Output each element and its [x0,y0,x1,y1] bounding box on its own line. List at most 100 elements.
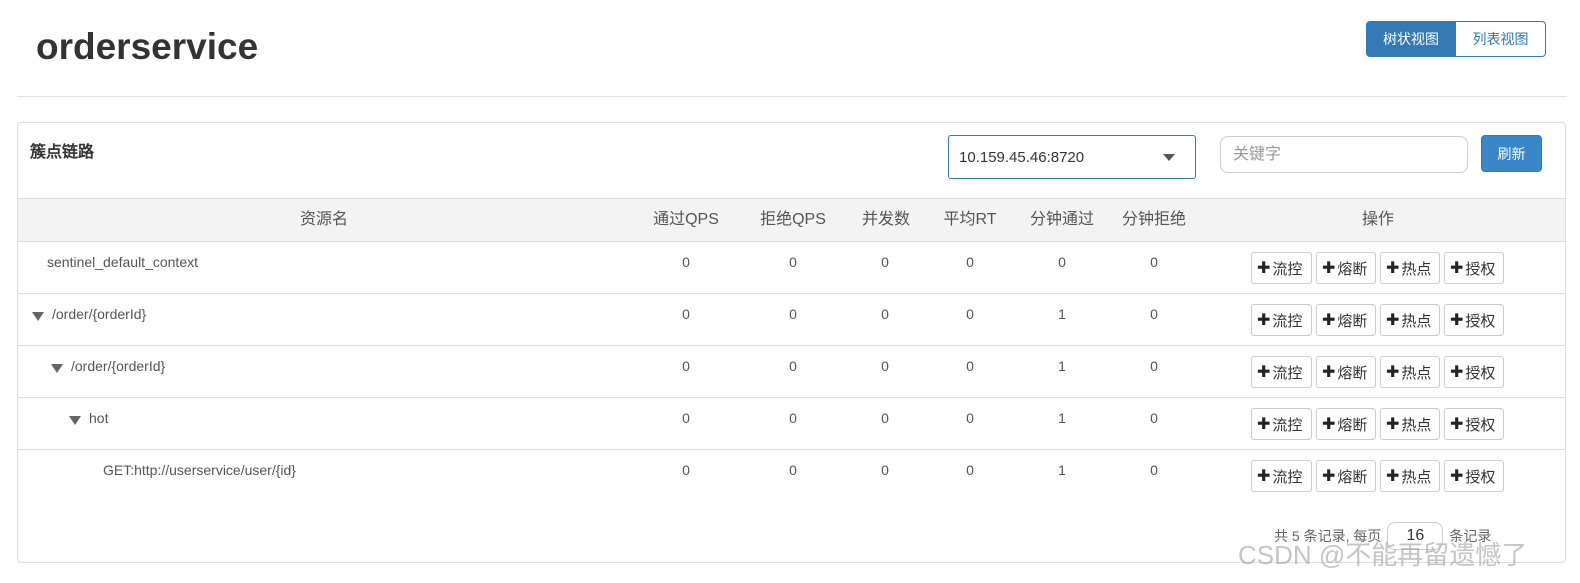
plus-icon: ✚ [1386,416,1400,433]
plus-icon: ✚ [1257,468,1271,485]
chevron-down-icon [1163,154,1175,161]
flow-control-button[interactable]: ✚ 流控 [1251,356,1312,388]
action-label: 流控 [1272,260,1303,278]
circuit-breaker-button[interactable]: ✚ 熔断 [1316,304,1376,336]
minute-pass-value: 1 [1058,358,1066,374]
plus-icon: ✚ [1322,468,1336,485]
table-row: GET:http://userservice/user/{id} 0 0 0 0… [18,450,1565,502]
block-qps-value: 0 [789,358,797,374]
block-qps-value: 0 [789,462,797,478]
circuit-breaker-button[interactable]: ✚ 熔断 [1316,460,1376,492]
header-divider [17,96,1567,97]
plus-icon: ✚ [1450,260,1464,277]
hotspot-button[interactable]: ✚ 热点 [1380,356,1440,388]
tree-view-button[interactable]: 树状视图 [1366,21,1456,57]
col-header-avg-rt: 平均RT [943,211,997,228]
plus-icon: ✚ [1450,312,1464,329]
flow-control-button[interactable]: ✚ 流控 [1251,408,1312,440]
action-label: 流控 [1272,312,1303,330]
authority-button[interactable]: ✚ 授权 [1444,356,1504,388]
plus-icon: ✚ [1386,260,1400,277]
flow-control-button[interactable]: ✚ 流控 [1251,304,1312,336]
table-header: 资源名 通过QPS 拒绝QPS 并发数 平均RT 分钟通过 分钟拒绝 操作 [18,198,1565,242]
view-toggle: 树状视图 列表视图 [1366,21,1546,57]
plus-icon: ✚ [1450,416,1464,433]
hotspot-button[interactable]: ✚ 热点 [1380,304,1440,336]
hotspot-button[interactable]: ✚ 热点 [1380,252,1440,284]
minute-pass-value: 1 [1058,462,1066,478]
resource-name-label: GET:http://userservice/user/{id} [103,462,296,478]
minute-pass-value: 0 [1058,254,1066,270]
hotspot-button[interactable]: ✚ 热点 [1380,408,1440,440]
minute-block-value: 0 [1150,306,1158,322]
resource-name: GET:http://userservice/user/{id} [103,462,296,478]
authority-button[interactable]: ✚ 授权 [1444,408,1504,440]
pass-qps-value: 0 [682,462,690,478]
action-label: 热点 [1401,416,1432,434]
minute-block-value: 0 [1150,254,1158,270]
plus-icon: ✚ [1386,312,1400,329]
concurrency-value: 0 [881,306,889,322]
resource-name: sentinel_default_context [47,254,198,270]
flow-control-button[interactable]: ✚ 流控 [1251,252,1312,284]
resource-name: /order/{orderId} [51,358,165,374]
keyword-input[interactable] [1220,136,1468,173]
panel-title: 簇点链路 [30,144,95,161]
action-label: 熔断 [1337,416,1368,434]
plus-icon: ✚ [1322,416,1336,433]
row-actions: ✚ 流控 ✚ 熔断 ✚ 热点 ✚ 授权 [1251,408,1504,440]
authority-button[interactable]: ✚ 授权 [1444,460,1504,492]
expand-triangle-icon[interactable] [32,311,44,321]
circuit-breaker-button[interactable]: ✚ 熔断 [1316,408,1376,440]
row-actions: ✚ 流控 ✚ 熔断 ✚ 热点 ✚ 授权 [1251,304,1504,336]
flow-control-button[interactable]: ✚ 流控 [1251,460,1312,492]
action-label: 热点 [1401,468,1432,486]
plus-icon: ✚ [1322,312,1336,329]
minute-block-value: 0 [1150,410,1158,426]
avg-rt-value: 0 [966,462,974,478]
plus-icon: ✚ [1257,312,1271,329]
resource-chain-panel: 簇点链路 10.159.45.46:8720 刷新 资源名 通过QPS 拒绝QP… [17,122,1566,563]
watermark: CSDN @不能再留遗憾了 [1238,540,1528,570]
minute-pass-value: 1 [1058,410,1066,426]
action-label: 授权 [1465,364,1496,382]
plus-icon: ✚ [1322,260,1336,277]
plus-icon: ✚ [1450,364,1464,381]
concurrency-value: 0 [881,410,889,426]
hotspot-button[interactable]: ✚ 热点 [1380,460,1440,492]
circuit-breaker-button[interactable]: ✚ 熔断 [1316,252,1376,284]
action-label: 授权 [1465,468,1496,486]
col-header-minute-pass: 分钟通过 [1029,211,1094,228]
resource-name: hot [69,410,108,426]
action-label: 授权 [1465,416,1496,434]
action-label: 授权 [1465,260,1496,278]
action-label: 熔断 [1337,364,1368,382]
expand-triangle-icon[interactable] [51,363,63,373]
authority-button[interactable]: ✚ 授权 [1444,304,1504,336]
list-view-button[interactable]: 列表视图 [1456,21,1546,57]
row-actions: ✚ 流控 ✚ 熔断 ✚ 热点 ✚ 授权 [1251,460,1504,492]
block-qps-value: 0 [789,306,797,322]
col-header-block-qps: 拒绝QPS [760,211,826,228]
authority-button[interactable]: ✚ 授权 [1444,252,1504,284]
machine-select-value: 10.159.45.46:8720 [959,148,1085,166]
col-header-pass-qps: 通过QPS [653,211,719,228]
refresh-button[interactable]: 刷新 [1481,135,1542,172]
plus-icon: ✚ [1257,364,1271,381]
table-row: sentinel_default_context 0 0 0 0 0 0 ✚ 流控… [18,242,1565,294]
action-label: 流控 [1272,468,1303,486]
plus-icon: ✚ [1386,364,1400,381]
minute-block-value: 0 [1150,358,1158,374]
resource-name-label: /order/{orderId} [71,358,166,374]
resource-name: /order/{orderId} [32,306,146,322]
concurrency-value: 0 [881,358,889,374]
minute-pass-value: 1 [1058,306,1066,322]
expand-triangle-icon[interactable] [69,415,81,425]
action-label: 熔断 [1337,260,1368,278]
action-label: 授权 [1465,312,1496,330]
avg-rt-value: 0 [966,254,974,270]
col-header-actions: 操作 [1361,211,1394,228]
circuit-breaker-button[interactable]: ✚ 熔断 [1316,356,1376,388]
avg-rt-value: 0 [966,410,974,426]
machine-select[interactable]: 10.159.45.46:8720 [948,135,1196,179]
